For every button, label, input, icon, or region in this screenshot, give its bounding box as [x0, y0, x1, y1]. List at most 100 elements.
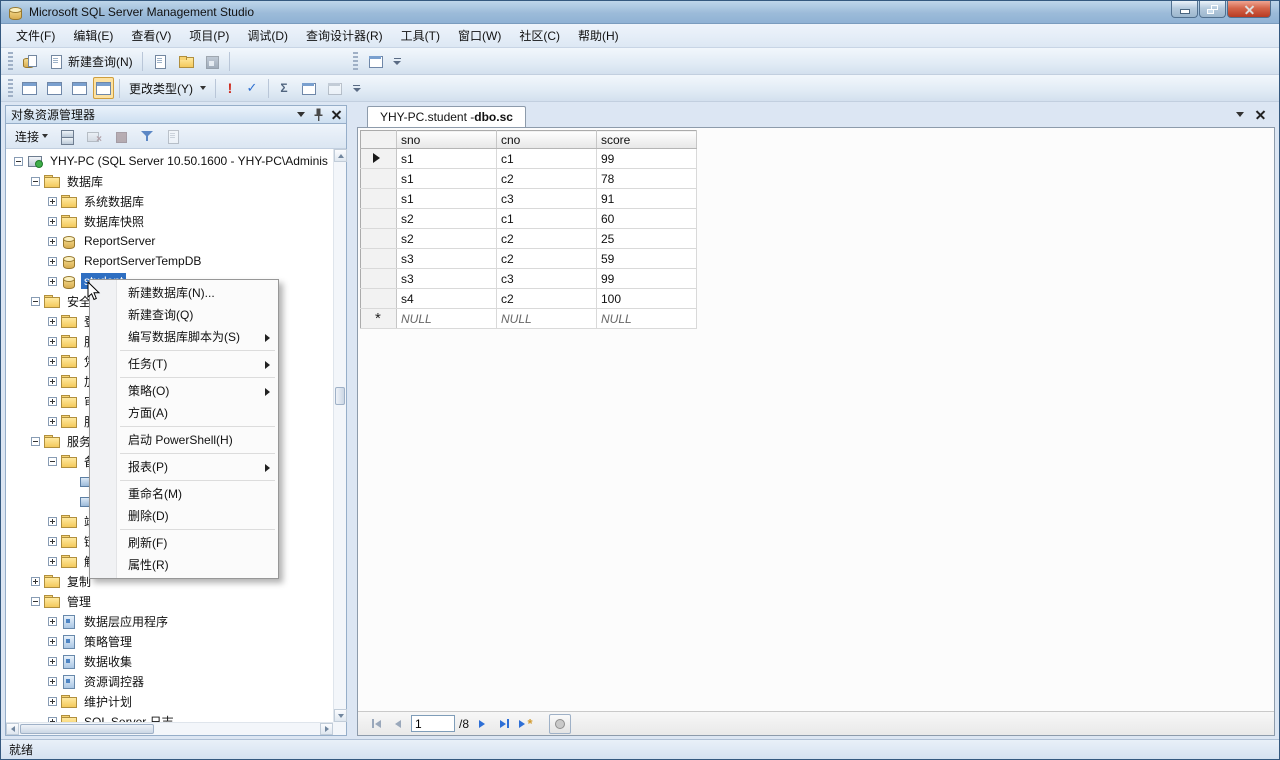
expand-plus-icon[interactable] — [48, 236, 57, 246]
cancel-query-button[interactable] — [549, 713, 572, 734]
tree-item[interactable]: SQL Server 日志 — [6, 711, 333, 722]
tree-item[interactable]: 管理 — [6, 591, 333, 611]
connect-button[interactable]: 连接 — [11, 126, 52, 147]
tree-item[interactable]: 数据收集 — [6, 651, 333, 671]
add-table-button[interactable] — [296, 77, 320, 99]
tree-item[interactable]: 系统数据库 — [6, 191, 333, 211]
object-explorer-header[interactable]: 对象资源管理器 — [5, 105, 347, 124]
context-menu-item[interactable]: 策略(O) — [90, 380, 278, 402]
row-selector[interactable] — [360, 188, 397, 209]
expand-plus-icon[interactable] — [48, 336, 57, 346]
expand-plus-icon[interactable] — [48, 616, 57, 626]
grid-cell[interactable]: s1 — [396, 188, 497, 209]
grid-cell[interactable]: s2 — [396, 208, 497, 229]
context-menu-item[interactable]: 删除(D) — [90, 505, 278, 527]
show-diagram-pane-button[interactable] — [18, 77, 41, 99]
row-selector[interactable] — [360, 288, 397, 309]
grid-cell[interactable]: c2 — [496, 228, 597, 249]
toolbar-grip[interactable] — [352, 52, 358, 70]
tree-item[interactable]: 数据库快照 — [6, 211, 333, 231]
tree-item[interactable]: ReportServerTempDB — [6, 251, 333, 271]
expand-plus-icon[interactable] — [48, 376, 57, 386]
vertical-scroll-thumb[interactable] — [335, 387, 345, 405]
expand-plus-icon[interactable] — [48, 516, 57, 526]
database-engine-query-button[interactable] — [18, 50, 42, 72]
tree-item[interactable]: 资源调控器 — [6, 671, 333, 691]
row-selector[interactable] — [360, 148, 397, 169]
grid-cell[interactable]: 100 — [596, 288, 697, 309]
grid-cell[interactable]: s1 — [396, 168, 497, 189]
filter-button[interactable] — [136, 125, 158, 147]
grid-cell[interactable]: s2 — [396, 228, 497, 249]
tree-item[interactable]: 维护计划 — [6, 691, 333, 711]
toolbar-overflow-button[interactable] — [391, 50, 404, 72]
menu-item[interactable]: 调试(D) — [238, 24, 297, 47]
expand-minus-icon[interactable] — [31, 596, 40, 606]
window-position-icon[interactable] — [297, 112, 305, 117]
context-menu-item[interactable]: 刷新(F) — [90, 532, 278, 554]
record-number-input[interactable] — [411, 715, 455, 732]
grid-cell[interactable]: c2 — [496, 168, 597, 189]
refresh-button[interactable] — [161, 125, 185, 147]
context-menu-item[interactable]: 方面(A) — [90, 402, 278, 424]
close-button[interactable] — [1227, 1, 1271, 18]
verify-sql-button[interactable]: ✓ — [241, 77, 263, 99]
grid-cell[interactable]: 78 — [596, 168, 697, 189]
menu-item[interactable]: 社区(C) — [510, 24, 569, 47]
grid-cell[interactable]: s4 — [396, 288, 497, 309]
tree-item[interactable]: 数据库 — [6, 171, 333, 191]
show-results-pane-button[interactable] — [93, 77, 114, 99]
column-header[interactable]: score — [596, 130, 697, 149]
grid-cell[interactable]: 59 — [596, 248, 697, 269]
grid-cell[interactable]: c2 — [496, 288, 597, 309]
grid-cell-null[interactable]: NULL — [396, 308, 497, 329]
context-menu-item[interactable]: 编写数据库脚本为(S) — [90, 326, 278, 348]
close-panel-icon[interactable] — [332, 110, 341, 119]
tree-item[interactable]: 数据层应用程序 — [6, 611, 333, 631]
tree-horizontal-scrollbar[interactable] — [6, 722, 333, 735]
context-menu-item[interactable]: 报表(P) — [90, 456, 278, 478]
minimize-button[interactable] — [1171, 1, 1198, 18]
add-derived-table-button[interactable] — [322, 77, 346, 99]
grid-cell[interactable]: c2 — [496, 248, 597, 269]
context-menu-item[interactable]: 新建查询(Q) — [90, 304, 278, 326]
grid-cell[interactable]: 25 — [596, 228, 697, 249]
menu-item[interactable]: 工具(T) — [392, 24, 449, 47]
context-menu-item[interactable]: 任务(T) — [90, 353, 278, 375]
expand-plus-icon[interactable] — [48, 536, 57, 546]
expand-plus-icon[interactable] — [48, 396, 57, 406]
column-header[interactable]: sno — [396, 130, 497, 149]
menu-item[interactable]: 文件(F) — [7, 24, 64, 47]
grid-cell[interactable]: c1 — [496, 208, 597, 229]
menu-item[interactable]: 查看(V) — [122, 24, 180, 47]
pin-icon[interactable] — [314, 108, 323, 121]
expand-plus-icon[interactable] — [48, 416, 57, 426]
show-criteria-pane-button[interactable] — [43, 77, 66, 99]
expand-minus-icon[interactable] — [14, 156, 23, 166]
horizontal-scroll-thumb[interactable] — [20, 724, 154, 734]
expand-plus-icon[interactable] — [31, 576, 40, 586]
move-next-button[interactable] — [473, 715, 491, 733]
expand-minus-icon[interactable] — [48, 456, 57, 466]
move-previous-button[interactable] — [389, 715, 407, 733]
expand-plus-icon[interactable] — [48, 216, 57, 226]
menu-item[interactable]: 帮助(H) — [569, 24, 628, 47]
menu-item[interactable]: 窗口(W) — [449, 24, 510, 47]
disconnect-button[interactable] — [55, 125, 79, 147]
tree-item[interactable]: 策略管理 — [6, 631, 333, 651]
grid-cell[interactable]: 91 — [596, 188, 697, 209]
tab-student-dbo-sc[interactable]: YHY-PC.student - dbo.sc — [367, 106, 526, 127]
grid-cell-null[interactable]: NULL — [496, 308, 597, 329]
show-sql-pane-button[interactable] — [68, 77, 91, 99]
context-menu-item[interactable]: 启动 PowerShell(H) — [90, 429, 278, 451]
scroll-right-icon[interactable] — [320, 723, 333, 735]
tree-vertical-scrollbar[interactable] — [333, 149, 347, 722]
new-query-button[interactable]: 新建查询(N) — [44, 50, 137, 72]
stop-button[interactable] — [109, 125, 133, 147]
maximize-button[interactable] — [1199, 1, 1226, 18]
expand-plus-icon[interactable] — [48, 256, 57, 266]
grid-cell[interactable]: 99 — [596, 268, 697, 289]
toolbar-grip[interactable] — [8, 79, 13, 97]
tree-item[interactable]: ReportServer — [6, 231, 333, 251]
grid-cell[interactable]: c3 — [496, 188, 597, 209]
